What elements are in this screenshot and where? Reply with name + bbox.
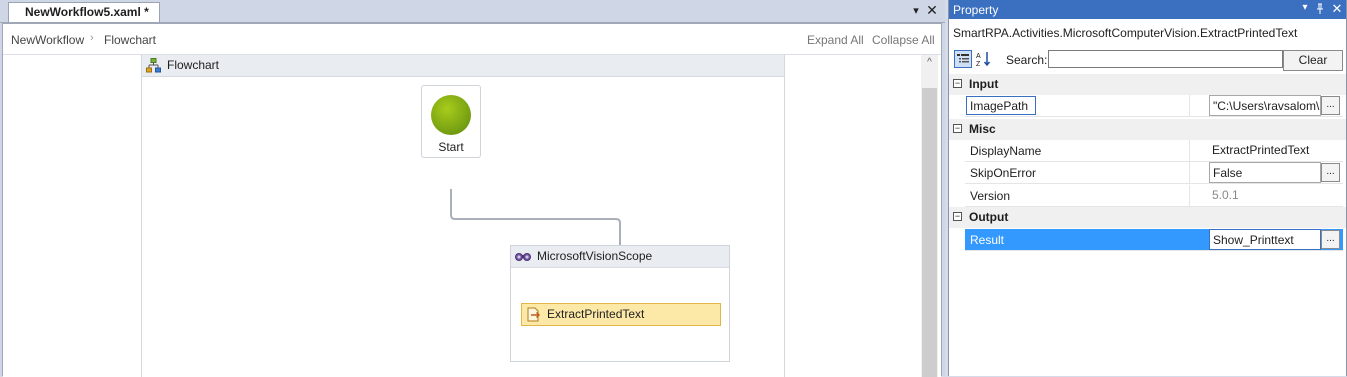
skiponerror-ellipsis-button[interactable]: ...: [1321, 163, 1340, 182]
category-output[interactable]: − Output: [949, 207, 1346, 228]
collapse-toggle-icon[interactable]: −: [953, 79, 962, 88]
workflow-designer: NewWorkflow5.xaml * ▾ ✕ NewWorkflow › Fl…: [0, 0, 945, 377]
activity-type-name: SmartRPA.Activities.MicrosoftComputerVis…: [953, 26, 1298, 40]
scope-header[interactable]: MicrosoftVisionScope: [511, 246, 729, 268]
collapse-all-link[interactable]: Collapse All: [872, 33, 935, 47]
flowchart-canvas[interactable]: Flowchart Start MicrosoftVisionScope Ext…: [3, 55, 941, 377]
breadcrumb-item-newworkflow[interactable]: NewWorkflow: [11, 33, 84, 47]
chevron-right-icon: ›: [90, 32, 94, 44]
category-label: Input: [969, 77, 999, 91]
sort-az-icon: A Z: [976, 52, 991, 68]
category-label: Misc: [969, 122, 996, 136]
breadcrumb-item-flowchart[interactable]: Flowchart: [104, 33, 156, 47]
activity-label: ExtractPrintedText: [547, 307, 645, 321]
extract-printed-text-activity[interactable]: ExtractPrintedText: [521, 303, 721, 326]
column-divider: [1189, 185, 1190, 206]
property-row-skiponerror[interactable]: SkipOnError False ...: [965, 162, 1343, 184]
search-label: Search:: [1006, 53, 1048, 67]
collapse-toggle-icon[interactable]: −: [953, 212, 962, 221]
breadcrumb: NewWorkflow › Flowchart Expand All Colla…: [3, 24, 941, 55]
property-row-version: Version 5.0.1: [965, 185, 1343, 207]
start-label: Start: [438, 140, 464, 154]
collapse-toggle-icon[interactable]: −: [953, 124, 962, 133]
vertical-scrollbar[interactable]: ^: [921, 55, 938, 377]
result-value-field[interactable]: Show_Printtext: [1209, 229, 1321, 250]
category-label: Output: [969, 210, 1009, 224]
clear-button[interactable]: Clear: [1283, 50, 1343, 71]
categorized-view-button[interactable]: [954, 50, 972, 68]
property-row-imagepath[interactable]: ImagePath "C:\Users\ravsalom\De ...: [965, 95, 1343, 117]
property-name: ImagePath: [970, 99, 1029, 113]
skiponerror-value-field[interactable]: False: [1209, 162, 1321, 183]
result-ellipsis-button[interactable]: ...: [1321, 230, 1340, 249]
displayname-value-field[interactable]: ExtractPrintedText: [1209, 140, 1337, 161]
start-node[interactable]: Start: [421, 85, 481, 158]
start-circle-icon: [431, 95, 471, 135]
column-divider: [1189, 95, 1190, 116]
category-misc[interactable]: − Misc: [949, 119, 1346, 140]
alphabetical-sort-button[interactable]: A Z: [975, 50, 993, 68]
flowchart-container[interactable]: Flowchart Start MicrosoftVisionScope Ext…: [141, 55, 785, 377]
designer-canvas-frame: NewWorkflow › Flowchart Expand All Colla…: [2, 23, 942, 377]
flowchart-icon: [146, 58, 161, 73]
imagepath-value-field[interactable]: "C:\Users\ravsalom\De: [1209, 95, 1321, 116]
property-row-result[interactable]: Result Show_Printtext ...: [965, 229, 1343, 251]
binoculars-icon: [515, 253, 531, 261]
categorized-icon: [957, 54, 969, 63]
document-tab[interactable]: NewWorkflow5.xaml *: [8, 2, 160, 22]
property-name: Version: [970, 189, 1011, 203]
scrollbar-thumb[interactable]: [922, 88, 937, 377]
property-name: SkipOnError: [970, 166, 1037, 180]
flowchart-header[interactable]: Flowchart: [142, 55, 784, 77]
imagepath-ellipsis-button[interactable]: ...: [1321, 96, 1340, 115]
property-pane-title: Property: [953, 3, 999, 17]
expand-all-link[interactable]: Expand All: [807, 33, 864, 47]
tab-dropdown-icon[interactable]: ▾: [910, 4, 922, 18]
property-search-input[interactable]: [1048, 50, 1283, 68]
version-value: 5.0.1: [1212, 188, 1239, 202]
category-input[interactable]: − Input: [949, 74, 1346, 95]
column-divider: [1189, 140, 1190, 161]
pin-icon[interactable]: [1315, 2, 1327, 15]
property-row-displayname[interactable]: DisplayName ExtractPrintedText: [965, 140, 1343, 162]
property-title-bar: Property ▾ ✕: [949, 0, 1346, 19]
flowchart-title: Flowchart: [167, 58, 220, 72]
svg-text:A: A: [976, 53, 981, 60]
pane-dropdown-icon[interactable]: ▾: [1299, 2, 1311, 13]
property-pane: Property ▾ ✕ SmartRPA.Activities.Microso…: [948, 0, 1347, 376]
pane-close-icon[interactable]: ✕: [1331, 1, 1343, 17]
document-tab-bar: NewWorkflow5.xaml * ▾ ✕: [0, 0, 945, 23]
microsoft-vision-scope-activity[interactable]: MicrosoftVisionScope ExtractPrintedText: [510, 245, 730, 362]
property-name: DisplayName: [970, 144, 1042, 158]
scroll-up-icon[interactable]: ^: [921, 55, 938, 71]
column-divider: [1189, 162, 1190, 183]
property-name: Result: [970, 233, 1005, 247]
tab-close-icon[interactable]: ✕: [926, 3, 938, 17]
document-export-icon: [527, 307, 540, 322]
svg-text:Z: Z: [976, 61, 981, 68]
scope-title: MicrosoftVisionScope: [537, 249, 653, 263]
